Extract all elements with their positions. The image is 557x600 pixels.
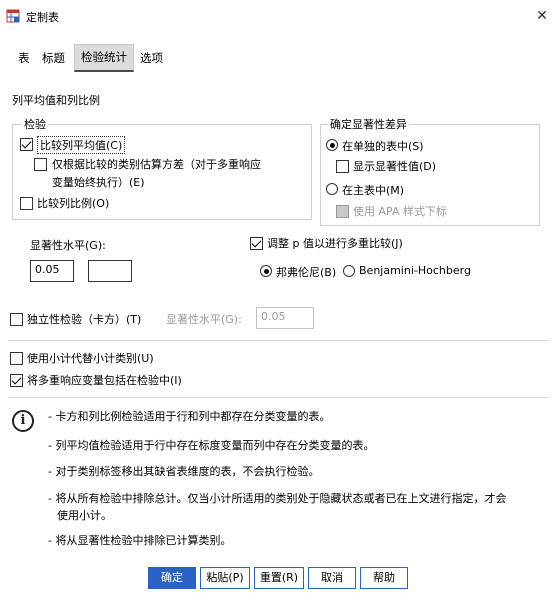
include-multi-label: 将多重响应变量包括在检验中(I) (27, 374, 182, 387)
col-mean-group-label: 列平均值和列比例 (12, 94, 100, 107)
adjust-p-checkbox[interactable] (250, 237, 263, 250)
bonferroni-label: 邦弗伦尼(B) (276, 266, 337, 279)
show-sig-values-checkbox[interactable] (336, 160, 349, 173)
main-table-label: 在主表中(M) (342, 184, 405, 197)
ok-button[interactable]: 确定 (148, 567, 196, 589)
compare-proportions-label: 比较列比例(O) (37, 197, 110, 210)
adjust-p-label: 调整 p 值以进行多重比较(J) (267, 237, 403, 250)
note-item: - 对于类别标签移出其缺省表维度的表，不会执行检验。 (48, 465, 320, 478)
info-icon: i (12, 410, 34, 432)
apa-style-label: 使用 APA 样式下标 (353, 205, 447, 218)
benjamini-radio[interactable] (343, 265, 355, 277)
note-item: - 卡方和列比例检验适用于行和列中都存在分类变量的表。 (48, 410, 331, 423)
tab-titles[interactable]: 标题 (36, 44, 71, 72)
divider (8, 340, 549, 341)
estimate-variance-label-1: 仅根据比较的类别估算方差（对于多重响应 (52, 158, 261, 171)
include-multi-checkbox[interactable] (10, 374, 23, 387)
sig-level-label: 显著性水平(G): (30, 239, 106, 252)
estimate-variance-label-2: 变量始终执行）(E) (52, 176, 145, 189)
show-sig-values-label: 显示显著性值(D) (353, 160, 437, 173)
cancel-button[interactable]: 取消 (308, 567, 356, 589)
app-table-icon (6, 9, 20, 23)
note-item: 使用小计。 (57, 509, 112, 522)
use-subtotals-label: 使用小计代替小计类别(U) (27, 352, 154, 365)
estimate-variance-checkbox[interactable] (34, 158, 47, 171)
tab-options[interactable]: 选项 (134, 44, 169, 72)
compare-means-label: 比较列平均值(C) (37, 136, 126, 154)
main-table-radio[interactable] (326, 183, 338, 195)
close-icon[interactable]: ✕ (532, 6, 552, 26)
title-bar: 定制表 ✕ (0, 0, 557, 32)
significance-group-label: 确定显著性差异 (328, 116, 409, 132)
tests-group-label: 检验 (22, 116, 48, 132)
window-title: 定制表 (26, 11, 59, 24)
compare-means-checkbox[interactable] (20, 138, 33, 151)
tab-table[interactable]: 表 (12, 44, 36, 72)
use-subtotals-checkbox[interactable] (10, 352, 23, 365)
independence-sig-input[interactable]: 0.05 (256, 307, 314, 329)
compare-proportions-checkbox[interactable] (20, 197, 33, 210)
bonferroni-radio[interactable] (260, 265, 272, 277)
separate-table-radio[interactable] (326, 139, 338, 151)
note-item: - 列平均值检验适用于行中存在标度变量而列中存在分类变量的表。 (48, 439, 375, 452)
sig-level-input-1[interactable]: 0.05 (30, 260, 74, 282)
paste-button[interactable]: 粘贴(P) (200, 567, 250, 589)
independence-test-checkbox[interactable] (10, 313, 23, 326)
sig-level-input-2[interactable] (88, 260, 132, 282)
note-item: - 将从显著性检验中排除已计算类别。 (48, 534, 232, 547)
separate-table-label: 在单独的表中(S) (342, 140, 424, 153)
help-button[interactable]: 帮助 (360, 567, 408, 589)
apa-style-checkbox[interactable] (336, 205, 349, 218)
independence-sig-label: 显著性水平(G): (166, 313, 242, 326)
note-item: - 将从所有检验中排除总计。仅当小计所适用的类别处于隐藏状态或者已在上文进行指定… (48, 492, 507, 505)
independence-test-label: 独立性检验（卡方）(T) (27, 313, 142, 326)
reset-button[interactable]: 重置(R) (254, 567, 304, 589)
tab-test-statistics[interactable]: 检验统计 (74, 44, 134, 72)
benjamini-label: Benjamini-Hochberg (359, 264, 471, 277)
divider (8, 397, 549, 398)
